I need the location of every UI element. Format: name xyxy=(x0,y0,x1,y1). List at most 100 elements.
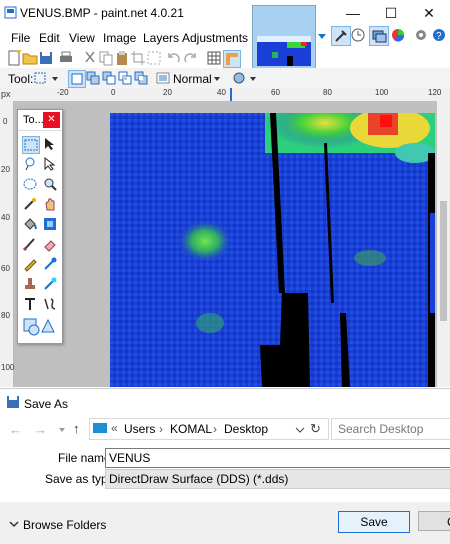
deselect-icon[interactable] xyxy=(146,50,162,66)
path-segment-desktop[interactable]: Desktop xyxy=(224,422,268,436)
recolor-icon[interactable] xyxy=(42,276,58,292)
selection-xor-icon[interactable] xyxy=(134,71,148,85)
paste-icon[interactable] xyxy=(114,50,130,66)
color-picker-icon[interactable] xyxy=(42,256,58,272)
tools-window-header[interactable]: To... ✕ xyxy=(18,110,62,131)
ruler-tick-label: 20 xyxy=(163,88,172,97)
save-type-value[interactable]: DirectDraw Surface (DDS) (*.dds) xyxy=(109,472,288,486)
browse-folders-link[interactable]: Browse Folders xyxy=(23,518,106,532)
chevron-down-icon[interactable] xyxy=(248,72,258,84)
history-clock-icon[interactable] xyxy=(351,28,365,42)
back-arrow-icon[interactable]: ← xyxy=(9,422,22,437)
selection-union-icon[interactable] xyxy=(86,71,100,85)
maximize-button[interactable]: ☐ xyxy=(372,0,410,26)
ruler-tick-label: 40 xyxy=(217,88,226,97)
tools-window-close-button[interactable]: ✕ xyxy=(43,112,60,128)
image-canvas[interactable] xyxy=(110,113,435,387)
selection-exclude-icon[interactable] xyxy=(102,71,116,85)
cut-icon[interactable] xyxy=(82,50,98,66)
rectangle-select-icon[interactable] xyxy=(22,136,40,154)
search-box[interactable]: Search Desktop xyxy=(331,418,450,440)
file-name-input[interactable]: VENUS xyxy=(105,448,450,468)
recent-chevron-down-icon[interactable] xyxy=(57,424,67,434)
layers-window-icon[interactable] xyxy=(369,26,389,46)
close-button[interactable]: ✕ xyxy=(410,0,448,26)
menu-view[interactable]: View xyxy=(69,31,95,45)
save-disk-icon[interactable] xyxy=(38,50,54,66)
magic-wand-icon[interactable] xyxy=(22,196,38,212)
zoom-icon[interactable] xyxy=(42,176,58,192)
move-selected-icon[interactable] xyxy=(42,136,58,152)
eraser-icon[interactable] xyxy=(42,236,58,252)
menu-image[interactable]: Image xyxy=(103,31,136,45)
path-segment-komal[interactable]: KOMAL xyxy=(170,422,212,436)
desktop-folder-icon xyxy=(93,422,107,434)
save-type-select[interactable]: DirectDraw Surface (DDS) (*.dds) xyxy=(105,469,450,489)
ruler-tick-label: 100 xyxy=(1,363,15,372)
ellipse-select-icon[interactable] xyxy=(22,176,38,192)
menu-adjustments[interactable]: Adjustments xyxy=(182,31,248,45)
path-segment-users[interactable]: Users xyxy=(124,422,155,436)
settings-gear-icon[interactable] xyxy=(414,28,428,42)
print-icon[interactable] xyxy=(58,50,74,66)
selection-replace-icon[interactable] xyxy=(68,70,86,88)
minimize-button[interactable]: — xyxy=(334,0,372,26)
selection-intersect-icon[interactable] xyxy=(118,71,132,85)
menu-layers[interactable]: Layers xyxy=(143,31,179,45)
address-bar[interactable]: « Users › KOMAL › Desktop ↻ xyxy=(89,418,329,440)
search-placeholder[interactable]: Search Desktop xyxy=(338,422,423,436)
menu-file[interactable]: File xyxy=(11,31,30,45)
save-button[interactable]: Save xyxy=(338,511,410,533)
dropdown-arrow-icon[interactable] xyxy=(316,30,328,42)
rectangle-select-tool-icon[interactable] xyxy=(33,71,47,85)
tools-window-toggle-icon[interactable] xyxy=(331,26,351,46)
scrollbar-thumb[interactable] xyxy=(440,201,447,321)
chevron-down-icon[interactable] xyxy=(50,72,60,84)
blend-mode-select[interactable]: Normal xyxy=(173,72,212,86)
colors-wheel-icon[interactable] xyxy=(391,28,405,42)
line-curve-icon[interactable] xyxy=(42,296,58,312)
undo-icon[interactable] xyxy=(166,50,182,66)
tools-window[interactable]: To... ✕ xyxy=(17,109,63,344)
pixel-grid-icon[interactable] xyxy=(206,50,222,66)
forward-arrow-icon[interactable]: → xyxy=(34,422,47,437)
refresh-icon[interactable]: ↻ xyxy=(310,421,321,437)
tool-label: Tool: xyxy=(8,72,34,86)
window-title: VENUS.BMP - paint.net 4.0.21 xyxy=(20,6,184,20)
antialiasing-icon[interactable] xyxy=(232,71,246,85)
text-tool-icon[interactable] xyxy=(22,296,38,312)
pencil-icon[interactable] xyxy=(22,256,38,272)
vertical-scrollbar[interactable] xyxy=(437,101,450,387)
move-selection-icon[interactable] xyxy=(42,156,58,172)
shapes-icon[interactable] xyxy=(22,316,58,336)
paint-bucket-icon[interactable] xyxy=(22,216,38,232)
blend-mode-icon xyxy=(156,71,170,85)
crop-icon[interactable] xyxy=(130,50,146,66)
menu-edit[interactable]: Edit xyxy=(39,31,60,45)
chevron-down-icon[interactable] xyxy=(212,72,222,84)
address-chevron-down-icon[interactable] xyxy=(295,424,305,434)
pan-hand-icon[interactable] xyxy=(42,196,58,212)
help-icon[interactable]: ? xyxy=(432,28,446,42)
path-separator-icon: › xyxy=(159,422,163,436)
clone-stamp-icon[interactable] xyxy=(22,276,38,292)
redo-icon[interactable] xyxy=(182,50,198,66)
browse-chevron-icon[interactable] xyxy=(9,518,19,528)
lasso-select-icon[interactable] xyxy=(22,156,38,172)
save-as-dialog[interactable]: Save As ← → ↑ « Users › KOMAL › Desktop … xyxy=(0,388,450,544)
save-dialog-icon xyxy=(6,395,20,409)
image-thumbnail[interactable] xyxy=(252,5,316,69)
paintnet-app-icon xyxy=(4,6,17,19)
open-folder-icon[interactable] xyxy=(22,50,38,66)
up-arrow-icon[interactable]: ↑ xyxy=(73,421,80,436)
dialog-footer: Browse Folders Save Ca xyxy=(0,502,450,544)
cancel-button[interactable]: Ca xyxy=(418,511,450,531)
ruler-unit: px xyxy=(1,89,11,99)
path-overflow[interactable]: « xyxy=(111,421,118,435)
rulers-toggle-icon[interactable] xyxy=(223,50,241,68)
copy-icon[interactable] xyxy=(98,50,114,66)
file-name-value[interactable]: VENUS xyxy=(109,451,150,465)
gradient-icon[interactable] xyxy=(42,216,58,232)
paintbrush-icon[interactable] xyxy=(22,236,38,252)
new-image-icon[interactable] xyxy=(6,49,22,66)
